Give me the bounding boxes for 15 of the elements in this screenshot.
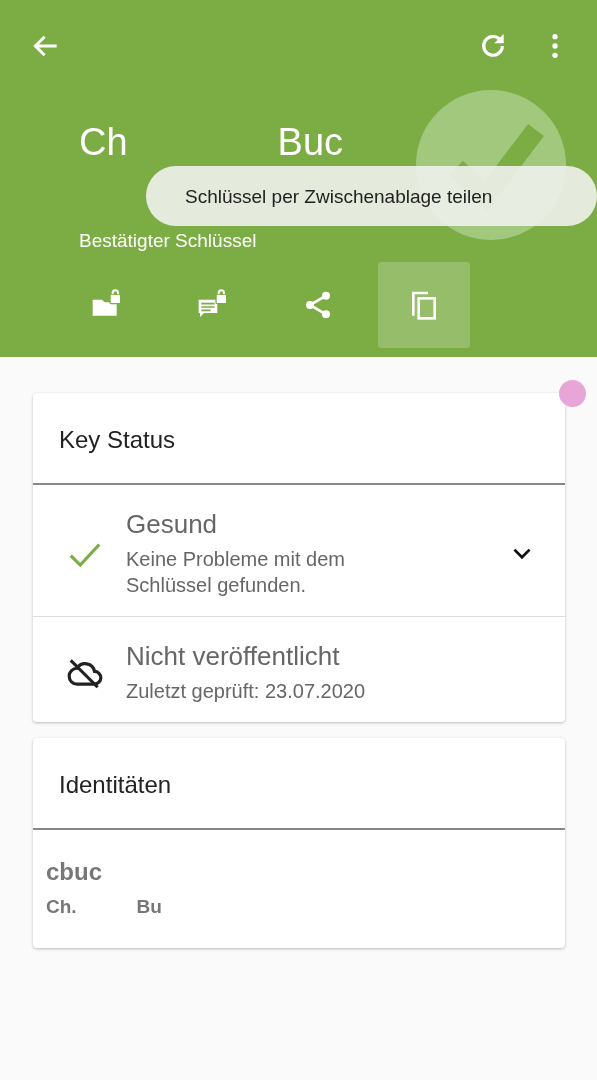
identity-email-fragment: cbuc bbox=[46, 858, 102, 886]
toast-message: Schlüssel per Zwischenablage teilen bbox=[146, 166, 597, 226]
name-fragment: Buc bbox=[277, 120, 344, 164]
status-detail: Keine Probleme mit dem Schlüssel gefunden. bbox=[126, 547, 346, 598]
touch-indicator bbox=[559, 380, 586, 407]
status-detail: Zuletzt geprüft: 23.07.2020 bbox=[126, 679, 367, 704]
identity-name-fragment: Bu bbox=[136, 896, 162, 918]
copy-button[interactable] bbox=[378, 262, 470, 348]
identity-name-fragment: Ch. bbox=[46, 896, 77, 918]
status-title: Nicht veröffentlicht bbox=[126, 641, 341, 672]
name-fragment: Ch bbox=[79, 120, 128, 164]
key-subtitle: Bestätigter Schlüssel bbox=[79, 230, 257, 252]
card-title: Key Status bbox=[33, 393, 565, 485]
status-title: Gesund bbox=[126, 509, 219, 540]
card-title: Identitäten bbox=[33, 738, 565, 830]
